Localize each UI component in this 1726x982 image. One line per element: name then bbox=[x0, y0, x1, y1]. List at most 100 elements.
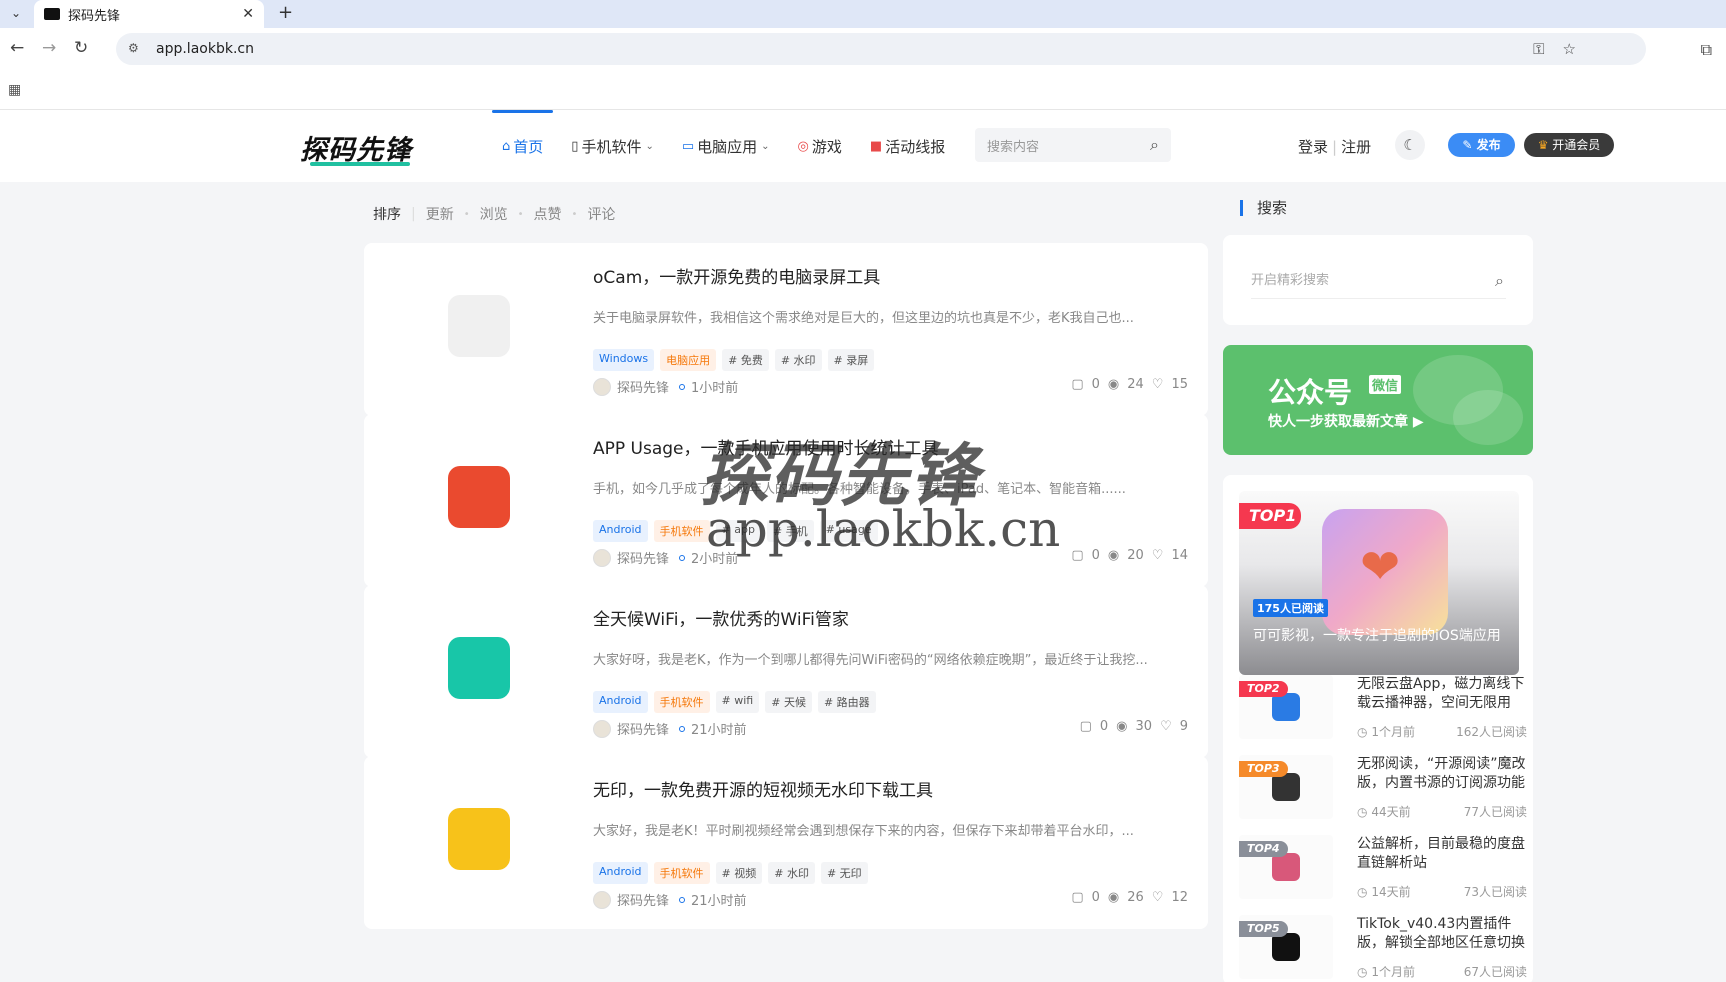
sort-comments[interactable]: 评论 bbox=[587, 204, 615, 224]
post-tag[interactable]: # 水印 bbox=[768, 862, 815, 884]
post-author[interactable]: 探码先锋 bbox=[617, 548, 669, 567]
rank-badge: TOP5 bbox=[1239, 921, 1288, 937]
post-thumbnail[interactable] bbox=[448, 466, 510, 528]
post-thumbnail[interactable] bbox=[448, 295, 510, 357]
reload-icon[interactable]: ↻ bbox=[74, 38, 88, 58]
top-item-title[interactable]: 公益解析，目前最稳的度盘直链解析站 bbox=[1357, 835, 1527, 873]
thumb-up-icon: ♡ bbox=[1151, 548, 1164, 563]
post-tag[interactable]: 电脑应用 bbox=[660, 349, 717, 371]
key-icon[interactable]: ⚿ bbox=[1533, 40, 1544, 58]
post-tag[interactable]: # 视频 bbox=[715, 862, 763, 884]
post-tag[interactable]: # 无印 bbox=[820, 862, 868, 884]
apps-grid-icon[interactable]: ▦ bbox=[8, 82, 21, 98]
extensions-icon[interactable]: ⧉ bbox=[1701, 40, 1712, 60]
sort-likes[interactable]: 点赞 bbox=[534, 204, 562, 224]
header-search-input[interactable]: 搜索内容 ⌕ bbox=[975, 128, 1171, 162]
post-author[interactable]: 探码先锋 bbox=[617, 719, 669, 738]
comment-icon: ▢ bbox=[1071, 377, 1084, 392]
wechat-official-account-banner[interactable]: 公众号 微信 快人一步获取最新文章 ▶ bbox=[1223, 345, 1533, 455]
post-card[interactable]: 全天候WiFi，一款优秀的WiFi管家 大家好呀，我是老K，作为一个到哪儿都得先… bbox=[364, 585, 1208, 758]
forward-icon[interactable]: → bbox=[42, 38, 56, 58]
close-tab-icon[interactable]: ✕ bbox=[242, 6, 254, 22]
sort-bar: 排序 | 更新 • 浏览 • 点赞 • 评论 bbox=[373, 204, 616, 224]
comment-count: 0 bbox=[1091, 548, 1100, 563]
address-bar[interactable]: ⚙ app.laokbk.cn ⚿ ☆ bbox=[116, 33, 1646, 65]
post-tag[interactable]: # 水印 bbox=[774, 349, 822, 371]
post-tag[interactable]: Android bbox=[593, 862, 648, 884]
search-icon[interactable]: ⌕ bbox=[1150, 135, 1159, 155]
post-tag[interactable]: # 免费 bbox=[722, 349, 769, 371]
sort-label: 排序 bbox=[373, 207, 401, 223]
post-tag[interactable]: 手机软件 bbox=[653, 862, 710, 884]
site-logo[interactable]: 探码先锋 bbox=[300, 128, 412, 167]
sort-update[interactable]: 更新 bbox=[426, 204, 454, 224]
post-tag[interactable]: # 录屏 bbox=[827, 349, 875, 371]
sidebar-search-card: 开启精彩搜索 ⌕ bbox=[1223, 235, 1533, 325]
post-thumbnail[interactable] bbox=[448, 637, 510, 699]
post-tag[interactable]: 手机软件 bbox=[653, 520, 710, 542]
sidebar-search-input[interactable]: 开启精彩搜索 ⌕ bbox=[1251, 263, 1506, 299]
avatar[interactable] bbox=[593, 548, 611, 567]
avatar[interactable] bbox=[593, 719, 611, 738]
top-ranking-item[interactable]: TOP2 无限云盘App，磁力离线下载云播神器，空间无限用 ◷ 1个月前 162… bbox=[1239, 675, 1527, 743]
top-ranking-item[interactable]: TOP5 TikTok_v40.43内置插件版，解锁全部地区任意切换 ◷ 1个月… bbox=[1239, 915, 1527, 982]
post-card[interactable]: oCam，一款开源免费的电脑录屏工具 关于电脑录屏软件，我相信这个需求绝对是巨大… bbox=[364, 243, 1208, 416]
comment-count: 0 bbox=[1099, 719, 1109, 734]
top1-item[interactable]: ❤ TOP1 175人已阅读 可可影视，一款专注于追剧的iOS端应用 bbox=[1239, 491, 1519, 675]
post-excerpt: 关于电脑录屏软件，我相信这个需求绝对是巨大的，但这里边的坑也真是不少，老K我自己… bbox=[593, 311, 1134, 326]
top-item-title[interactable]: TikTok_v40.43内置插件版，解锁全部地区任意切换 bbox=[1357, 915, 1527, 953]
top-item-time: 14天前 bbox=[1371, 885, 1411, 899]
app-icon bbox=[1272, 933, 1300, 961]
top-ranking-item[interactable]: TOP4 公益解析，目前最稳的度盘直链解析站 ◷ 14天前 73人已阅读 bbox=[1239, 835, 1527, 903]
post-card[interactable]: 无印，一款免费开源的短视频无水印下载工具 大家好，我是老K！平时刷视频经常会遇到… bbox=[364, 756, 1208, 929]
crown-icon: ♛ bbox=[1537, 138, 1549, 152]
avatar[interactable] bbox=[593, 890, 611, 909]
post-tag[interactable]: Android bbox=[593, 691, 648, 713]
post-tag[interactable]: # 天候 bbox=[765, 691, 812, 713]
post-title[interactable]: oCam，一款开源免费的电脑录屏工具 bbox=[593, 263, 880, 288]
clock-icon: ◷ bbox=[1357, 965, 1368, 979]
dark-mode-moon-icon[interactable]: ☾ bbox=[1395, 130, 1425, 160]
post-tag[interactable]: 手机软件 bbox=[653, 691, 710, 713]
bookmark-star-icon[interactable]: ☆ bbox=[1563, 40, 1576, 58]
app-icon bbox=[1272, 693, 1300, 721]
heart-hands-icon: ❤ bbox=[1360, 539, 1401, 595]
avatar[interactable] bbox=[593, 377, 611, 396]
vip-button[interactable]: ♛ 开通会员 bbox=[1524, 133, 1614, 157]
top-ranking-item[interactable]: TOP3 无邪阅读，“开源阅读”魔改版，内置书源的订阅源功能 ◷ 44天前 77… bbox=[1239, 755, 1527, 823]
nav-pc-apps[interactable]: ▭ 电脑应用 ⌄ bbox=[682, 110, 770, 182]
search-icon[interactable]: ⌕ bbox=[1495, 263, 1504, 299]
post-tag[interactable]: # wifi bbox=[715, 691, 760, 713]
nav-label: 活动线报 bbox=[885, 137, 946, 156]
url-text[interactable]: app.laokbk.cn bbox=[156, 41, 254, 57]
post-tag[interactable]: Android bbox=[593, 520, 648, 542]
site-info-icon[interactable]: ⚙ bbox=[128, 41, 144, 57]
post-title[interactable]: 全天候WiFi，一款优秀的WiFi管家 bbox=[593, 605, 849, 630]
nav-mobile-software[interactable]: ▯ 手机软件 ⌄ bbox=[571, 110, 654, 182]
register-link[interactable]: 注册 bbox=[1341, 138, 1371, 156]
post-title[interactable]: 无印，一款免费开源的短视频无水印下载工具 bbox=[593, 776, 933, 801]
nav-activities[interactable]: ■ 活动线报 bbox=[870, 110, 945, 182]
new-tab-icon[interactable]: + bbox=[278, 2, 293, 23]
back-icon[interactable]: ← bbox=[10, 38, 24, 58]
top-item-title[interactable]: 无邪阅读，“开源阅读”魔改版，内置书源的订阅源功能 bbox=[1357, 755, 1527, 793]
nav-home[interactable]: ⌂ 首页 bbox=[491, 110, 554, 182]
post-thumbnail[interactable] bbox=[448, 808, 510, 870]
post-tag[interactable]: # 路由器 bbox=[817, 691, 876, 713]
nav-games[interactable]: ◎ 游戏 bbox=[798, 110, 842, 182]
tab-search-chevron-icon[interactable]: ⌄ bbox=[6, 3, 26, 23]
main-nav: ⌂ 首页 ▯ 手机软件 ⌄ ▭ 电脑应用 ⌄ ◎ 游戏 ■ 活动线报 bbox=[491, 110, 945, 182]
post-tag[interactable]: Windows bbox=[593, 349, 655, 371]
publish-button[interactable]: ✎ 发布 bbox=[1448, 133, 1515, 157]
comment-count: 0 bbox=[1091, 377, 1100, 392]
top-item-title[interactable]: 无限云盘App，磁力离线下载云播神器，空间无限用 bbox=[1357, 675, 1527, 713]
login-link[interactable]: 登录 bbox=[1298, 138, 1328, 156]
game-icon: ◎ bbox=[797, 138, 809, 154]
sort-views[interactable]: 浏览 bbox=[480, 204, 508, 224]
post-author[interactable]: 探码先锋 bbox=[617, 890, 669, 909]
browser-tab[interactable]: 探码先锋 ✕ bbox=[34, 0, 264, 28]
auth-links: 登录 | 注册 bbox=[1298, 138, 1372, 156]
nav-label: 游戏 bbox=[811, 137, 842, 156]
chevron-down-icon: ⌄ bbox=[645, 140, 654, 152]
post-author[interactable]: 探码先锋 bbox=[617, 377, 669, 396]
